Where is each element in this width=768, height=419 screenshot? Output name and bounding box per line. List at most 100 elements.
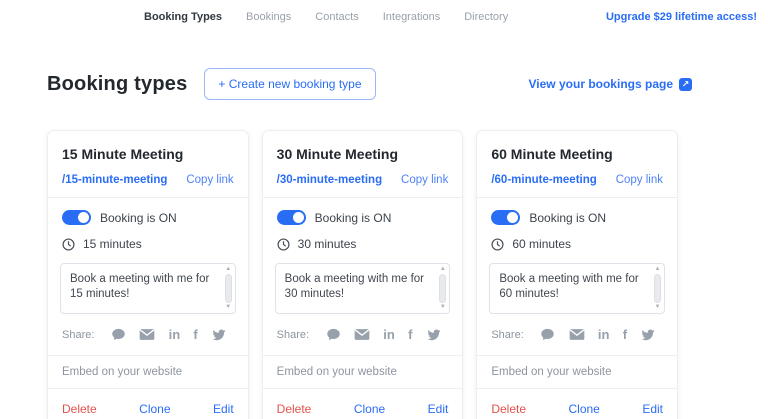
scroll-down-icon[interactable]: ▼ [225,304,231,311]
share-icons: in f [319,327,448,342]
linkedin-icon[interactable]: in [598,327,610,342]
toggle-knob [78,212,89,223]
toggle-knob [292,212,304,223]
scroll-up-icon[interactable]: ▲ [225,266,231,273]
nav-item-directory[interactable]: Directory [464,11,508,23]
email-icon[interactable] [139,328,155,341]
clone-button[interactable]: Clone [569,402,600,416]
share-label: Share: [491,328,524,341]
booking-slug-link[interactable]: /15-minute-meeting [62,174,167,186]
nav-item-integrations[interactable]: Integrations [383,11,440,23]
slug-row: /60-minute-meeting Copy link [477,162,678,198]
chat-bubble-icon[interactable] [326,327,341,342]
page-title: Booking types [47,72,188,95]
card-actions: Delete Clone Edit [48,389,248,419]
view-bookings-page-link[interactable]: View your bookings page ↗ [529,77,692,91]
scrollbar-thumb[interactable] [439,274,447,303]
slug-row: /30-minute-meeting Copy link [262,162,463,198]
description-textarea[interactable]: Book a meeting with me for 15 minutes! ▲… [60,263,236,314]
booking-on-toggle[interactable] [62,210,91,225]
edit-button[interactable]: Edit [213,402,234,416]
scrollbar-thumb[interactable] [224,274,232,303]
description-text: Book a meeting with me for 15 minutes! [70,273,210,300]
booking-type-card: 30 Minute Meeting /30-minute-meeting Cop… [261,130,464,419]
nav-item-bookings[interactable]: Bookings [246,11,291,23]
toggle-label: Booking is ON [314,210,392,225]
facebook-icon[interactable]: f [408,327,412,342]
clone-button[interactable]: Clone [354,402,385,416]
twitter-icon[interactable] [426,328,442,342]
duration-text: 30 minutes [297,237,357,251]
email-icon[interactable] [354,328,370,341]
upgrade-link[interactable]: Upgrade $29 lifetime access! [606,11,757,23]
card-actions: Delete Clone Edit [263,389,463,419]
toggle-label: Booking is ON [529,210,607,225]
textarea-scrollbar[interactable]: ▲ ▼ [224,266,233,311]
booking-slug-link[interactable]: /60-minute-meeting [491,174,596,186]
description-textarea[interactable]: Book a meeting with me for 60 minutes! ▲… [489,263,666,314]
booking-type-card: 15 Minute Meeting /15-minute-meeting Cop… [47,130,249,419]
booking-on-toggle[interactable] [491,210,521,225]
card-title: 30 Minute Meeting [276,146,399,162]
booking-toggle-row: Booking is ON [477,198,677,225]
share-label: Share: [276,328,310,341]
booking-type-card: 60 Minute Meeting /60-minute-meeting Cop… [476,130,679,419]
toggle-knob [507,212,519,223]
share-icons: in f [104,327,233,342]
textarea-scrollbar[interactable]: ▲ ▼ [653,266,662,311]
edit-button[interactable]: Edit [642,402,663,416]
chat-bubble-icon[interactable] [111,327,126,342]
duration-text: 60 minutes [512,237,572,251]
twitter-icon[interactable] [211,328,227,342]
booking-on-toggle[interactable] [276,210,306,225]
create-booking-type-button[interactable]: + Create new booking type [204,68,376,100]
clock-icon [62,237,75,251]
booking-type-cards: 15 Minute Meeting /15-minute-meeting Cop… [47,130,679,419]
chat-bubble-icon[interactable] [540,327,555,342]
embed-on-website-link[interactable]: Embed on your website [262,355,463,389]
scroll-down-icon[interactable]: ▼ [655,304,661,311]
share-label: Share: [62,328,95,341]
share-row: Share: in f [477,314,677,355]
clock-icon [277,237,290,251]
nav-item-booking-types[interactable]: Booking Types [144,11,222,23]
linkedin-icon[interactable]: in [169,327,181,342]
share-icons: in f [534,327,663,342]
copy-link-button[interactable]: Copy link [401,174,448,186]
email-icon[interactable] [569,328,585,341]
scroll-down-icon[interactable]: ▼ [440,304,446,311]
embed-on-website-link[interactable]: Embed on your website [48,355,248,389]
description-text: Book a meeting with me for 30 minutes! [284,273,425,300]
textarea-scrollbar[interactable]: ▲ ▼ [438,266,447,311]
clone-button[interactable]: Clone [139,402,170,416]
nav-item-contacts[interactable]: Contacts [315,11,358,23]
edit-button[interactable]: Edit [428,402,449,416]
delete-button[interactable]: Delete [277,402,312,416]
booking-toggle-row: Booking is ON [48,198,248,225]
duration-row: 30 minutes [263,225,463,263]
external-link-icon: ↗ [679,77,692,91]
scroll-up-icon[interactable]: ▲ [440,266,446,273]
facebook-icon[interactable]: f [193,327,197,342]
view-bookings-label: View your bookings page [528,77,673,91]
embed-on-website-link[interactable]: Embed on your website [477,355,678,389]
scroll-up-icon[interactable]: ▲ [655,266,661,273]
share-row: Share: in f [263,314,463,355]
share-row: Share: in f [48,314,248,355]
clock-icon [491,237,504,251]
card-title: 15 Minute Meeting [62,146,184,162]
delete-button[interactable]: Delete [62,402,97,416]
copy-link-button[interactable]: Copy link [616,174,663,186]
slug-row: /15-minute-meeting Copy link [48,162,248,198]
linkedin-icon[interactable]: in [383,327,395,342]
scrollbar-thumb[interactable] [654,274,662,303]
twitter-icon[interactable] [640,328,656,342]
duration-row: 15 minutes [48,225,248,263]
facebook-icon[interactable]: f [623,327,627,342]
delete-button[interactable]: Delete [491,402,526,416]
copy-link-button[interactable]: Copy link [186,174,233,186]
booking-slug-link[interactable]: /30-minute-meeting [277,174,382,186]
toggle-label: Booking is ON [100,210,177,225]
duration-text: 15 minutes [83,237,142,251]
description-textarea[interactable]: Book a meeting with me for 30 minutes! ▲… [274,263,451,314]
